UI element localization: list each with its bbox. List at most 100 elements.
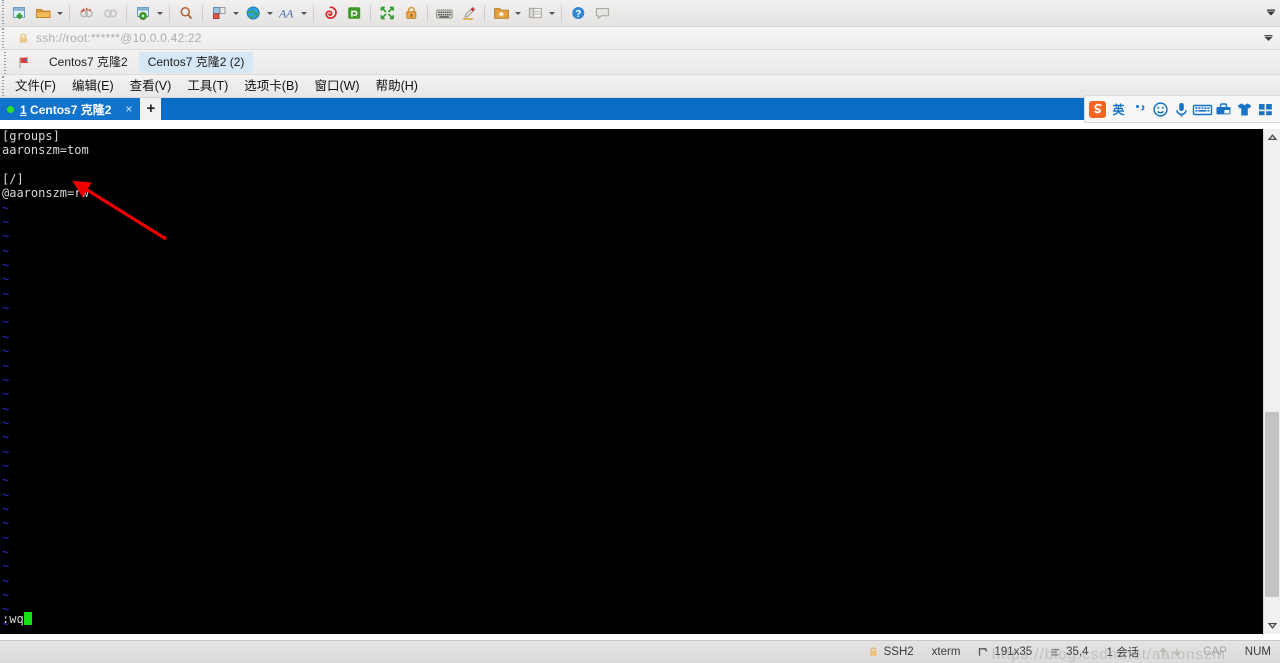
terminal-tilde-line: ~	[2, 372, 10, 387]
terminal-tilde-line: ~	[2, 501, 10, 516]
session-tab-label: 1 Centos7 克隆2	[20, 101, 111, 118]
emoji-icon[interactable]	[1150, 98, 1171, 120]
toolbar-separator	[427, 4, 428, 22]
new-session-icon[interactable]	[8, 2, 30, 24]
session-tab-title: Centos7 克隆2	[26, 102, 112, 117]
session-options-dropdown-icon[interactable]	[155, 2, 164, 24]
connect-icon[interactable]	[99, 2, 121, 24]
sogou-logo-icon[interactable]	[1087, 98, 1108, 120]
menu-help[interactable]: 帮助(H)	[368, 76, 426, 97]
punctuation-toggle-icon[interactable]	[1129, 98, 1150, 120]
terminal-tilde-line: ~	[2, 272, 10, 287]
disconnect-icon[interactable]	[75, 2, 97, 24]
terminal-tilde-line: ~	[2, 473, 10, 488]
svg-text:?: ?	[575, 9, 581, 20]
scroll-up-icon[interactable]	[1264, 129, 1280, 146]
font-icon[interactable]: A A	[276, 2, 298, 24]
connection-tab-bar: Centos7 克隆2 Centos7 克隆2 (2)	[0, 50, 1280, 75]
terminal-line: [/]	[2, 172, 24, 187]
scrollbar-thumb[interactable]	[1265, 412, 1279, 597]
globe-dropdown-icon[interactable]	[265, 2, 274, 24]
menu-tabs[interactable]: 选项卡(B)	[236, 76, 306, 97]
chat-icon[interactable]	[591, 2, 613, 24]
menu-edit[interactable]: 编辑(E)	[64, 76, 122, 97]
toolbar-separator	[126, 4, 127, 22]
bookmark-flag-icon[interactable]	[17, 55, 32, 70]
svg-text:A: A	[285, 7, 294, 21]
open-folder-icon[interactable]	[32, 2, 54, 24]
panel-icon[interactable]	[524, 2, 546, 24]
terminal-tilde-line: ~	[2, 588, 10, 602]
globe-icon[interactable]	[242, 2, 264, 24]
terminal-text-lines: [groups] aaronszm=tom [/] @aaronszm=rw ~ ~ ~ ~…	[0, 129, 1264, 634]
terminal-tilde-line: ~	[2, 243, 10, 258]
secure-lock-icon	[868, 646, 879, 658]
lock-icon[interactable]	[400, 2, 422, 24]
connection-tab-0[interactable]: Centos7 克隆2	[40, 52, 137, 73]
toolbar-grip[interactable]	[0, 0, 7, 26]
soft-keyboard-icon[interactable]	[1192, 98, 1213, 120]
help-icon[interactable]: ?	[567, 2, 589, 24]
terminal-line: @aaronszm=rw	[2, 186, 89, 201]
chinese-english-toggle-icon[interactable]: 英	[1108, 98, 1129, 120]
connection-tab-1[interactable]: Centos7 克隆2 (2)	[138, 51, 254, 73]
terminal-tilde-line: ~	[2, 286, 10, 301]
toolbar-overflow-button[interactable]	[1265, 0, 1277, 26]
terminal-scrollbar[interactable]	[1263, 129, 1280, 634]
toolbar-separator	[561, 4, 562, 22]
status-sessions: 1 会话	[1106, 647, 1140, 659]
fullscreen-icon[interactable]	[376, 2, 398, 24]
menu-window[interactable]: 窗口(W)	[306, 76, 367, 97]
new-session-tab-button[interactable]: +	[140, 98, 162, 120]
menu-view[interactable]: 查看(V)	[122, 76, 180, 97]
session-status-dot-icon	[7, 105, 14, 113]
terminal-tilde-line: ~	[2, 358, 10, 373]
terminal-tilde-line: ~	[2, 415, 10, 430]
terminal-tilde-line: ~	[2, 487, 10, 502]
terminal-tilde-line: ~	[2, 559, 10, 574]
keymap-icon[interactable]	[433, 2, 455, 24]
status-protocol-text: SSH2	[883, 646, 914, 658]
connection-url-bar[interactable]: ssh://root:******@10.0.0.42:22	[0, 27, 1280, 50]
terminal-screen[interactable]: [groups] aaronszm=tom [/] @aaronszm=rw ~ ~ ~ ~…	[0, 129, 1264, 634]
session-tab-active[interactable]: 1 Centos7 克隆2 ×	[0, 98, 141, 120]
open-folder-dropdown-icon[interactable]	[55, 2, 64, 24]
menu-tools[interactable]: 工具(T)	[179, 76, 236, 97]
terminal-line: [groups]	[2, 129, 60, 143]
panel-dropdown-icon[interactable]	[547, 2, 556, 24]
menu-grid-icon[interactable]	[1255, 98, 1276, 120]
add-folder-dropdown-icon[interactable]	[513, 2, 522, 24]
terminal-tilde-line: ~	[2, 215, 10, 230]
terminal-tilde-line: ~	[2, 516, 10, 531]
menu-file[interactable]: 文件(F)	[7, 76, 64, 97]
layout-icon[interactable]	[208, 2, 230, 24]
voice-input-icon[interactable]	[1171, 98, 1192, 120]
terminal-tilde-line: ~	[2, 344, 10, 359]
find-icon[interactable]	[175, 2, 197, 24]
status-bar: https://blog.csdn.net/aaronszm SSH2 xter…	[0, 640, 1280, 663]
menubar-grip[interactable]	[0, 75, 7, 97]
highlight-icon[interactable]	[457, 2, 479, 24]
status-size: 191x35	[969, 644, 1041, 660]
add-folder-icon[interactable]	[490, 2, 512, 24]
urlbar-grip[interactable]	[0, 27, 7, 49]
scroll-down-icon[interactable]	[1264, 617, 1280, 634]
sogou-ime-toolbar: 英	[1084, 95, 1280, 123]
url-dropdown-icon[interactable]	[1263, 27, 1274, 49]
status-emulation: xterm	[931, 646, 961, 658]
svg-text:英: 英	[1112, 102, 1125, 117]
skin-icon[interactable]	[1234, 98, 1255, 120]
cursor-position-icon	[1050, 647, 1061, 658]
close-icon[interactable]: ×	[121, 103, 136, 115]
transfer-icon[interactable]	[343, 2, 365, 24]
session-options-icon[interactable]	[132, 2, 154, 24]
layout-dropdown-icon[interactable]	[231, 2, 240, 24]
toolbar-separator	[202, 4, 203, 22]
status-cursor-text: 35,4	[1066, 646, 1089, 658]
conntabs-grip[interactable]	[2, 50, 9, 74]
font-dropdown-icon[interactable]	[299, 2, 308, 24]
terminal-tilde-line: ~	[2, 430, 10, 445]
toolbox-icon[interactable]	[1213, 98, 1234, 120]
toolbar-separator	[313, 4, 314, 22]
log-icon[interactable]	[319, 2, 341, 24]
